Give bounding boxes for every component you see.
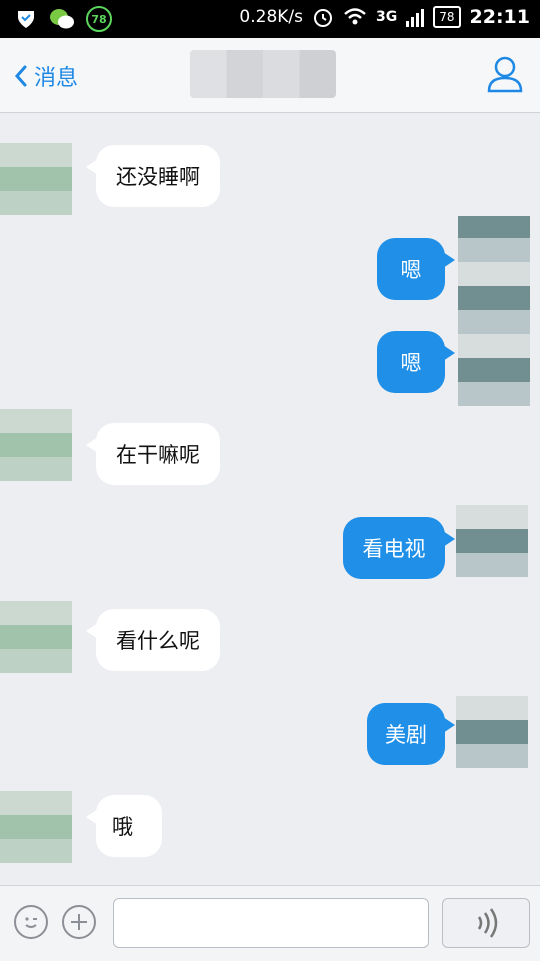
user-icon: [487, 56, 523, 93]
alarm-icon: [314, 9, 332, 27]
back-label: 消息: [34, 66, 79, 91]
input-bar: [0, 885, 540, 961]
network-type: 3G: [376, 9, 398, 25]
message-bubble-outgoing[interactable]: 美剧: [367, 703, 455, 765]
back-button[interactable]: 消息: [14, 60, 78, 92]
wechat-icon: [50, 9, 74, 29]
message-input[interactable]: [113, 898, 429, 948]
message-bubble-incoming[interactable]: 哦: [86, 795, 162, 857]
contact-avatar[interactable]: [0, 143, 72, 215]
message-bubble-outgoing[interactable]: 看电视: [343, 517, 455, 579]
network-speed: 0.28K/s: [239, 7, 303, 27]
emoji-button[interactable]: [14, 905, 48, 939]
emoji-icon: [25, 917, 37, 928]
message-bubble-incoming[interactable]: 看什么呢: [86, 609, 220, 671]
signal-icon: [406, 9, 425, 27]
contact-avatar[interactable]: [0, 791, 72, 863]
my-avatar[interactable]: [458, 216, 530, 406]
shield-icon: [18, 11, 34, 28]
message-bubble-outgoing[interactable]: 嗯: [377, 238, 455, 300]
message-bubble-incoming[interactable]: 还没睡啊: [86, 145, 220, 207]
status-bar: 78 0.28K/s 3G 78 22:11: [0, 0, 540, 38]
chat-header: 消息: [0, 38, 540, 113]
contact-avatar[interactable]: [0, 601, 72, 673]
message-bubble-incoming[interactable]: 在干嘛呢: [86, 423, 220, 485]
contact-avatar[interactable]: [0, 409, 72, 481]
message-list[interactable]: 还没睡啊 嗯 嗯 在干嘛呢 看电视 看什么呢 美剧 哦: [0, 113, 540, 885]
status-right: 0.28K/s 3G 78 22:11: [239, 6, 530, 28]
clock: 22:11: [469, 6, 530, 28]
notification-badge: 78: [86, 6, 112, 32]
wifi-icon: [344, 8, 366, 25]
my-avatar[interactable]: [456, 505, 528, 577]
voice-button[interactable]: [442, 898, 530, 948]
contact-name-blurred: [190, 50, 336, 98]
profile-button[interactable]: [486, 54, 524, 98]
battery-indicator: 78: [433, 6, 461, 28]
voice-icon: [477, 908, 498, 938]
status-left-icons: 78: [14, 6, 112, 32]
plus-icon: [71, 914, 87, 930]
message-bubble-outgoing[interactable]: 嗯: [377, 331, 455, 393]
more-options-button[interactable]: [62, 905, 96, 939]
chevron-left-icon: [14, 65, 27, 87]
my-avatar[interactable]: [456, 696, 528, 768]
